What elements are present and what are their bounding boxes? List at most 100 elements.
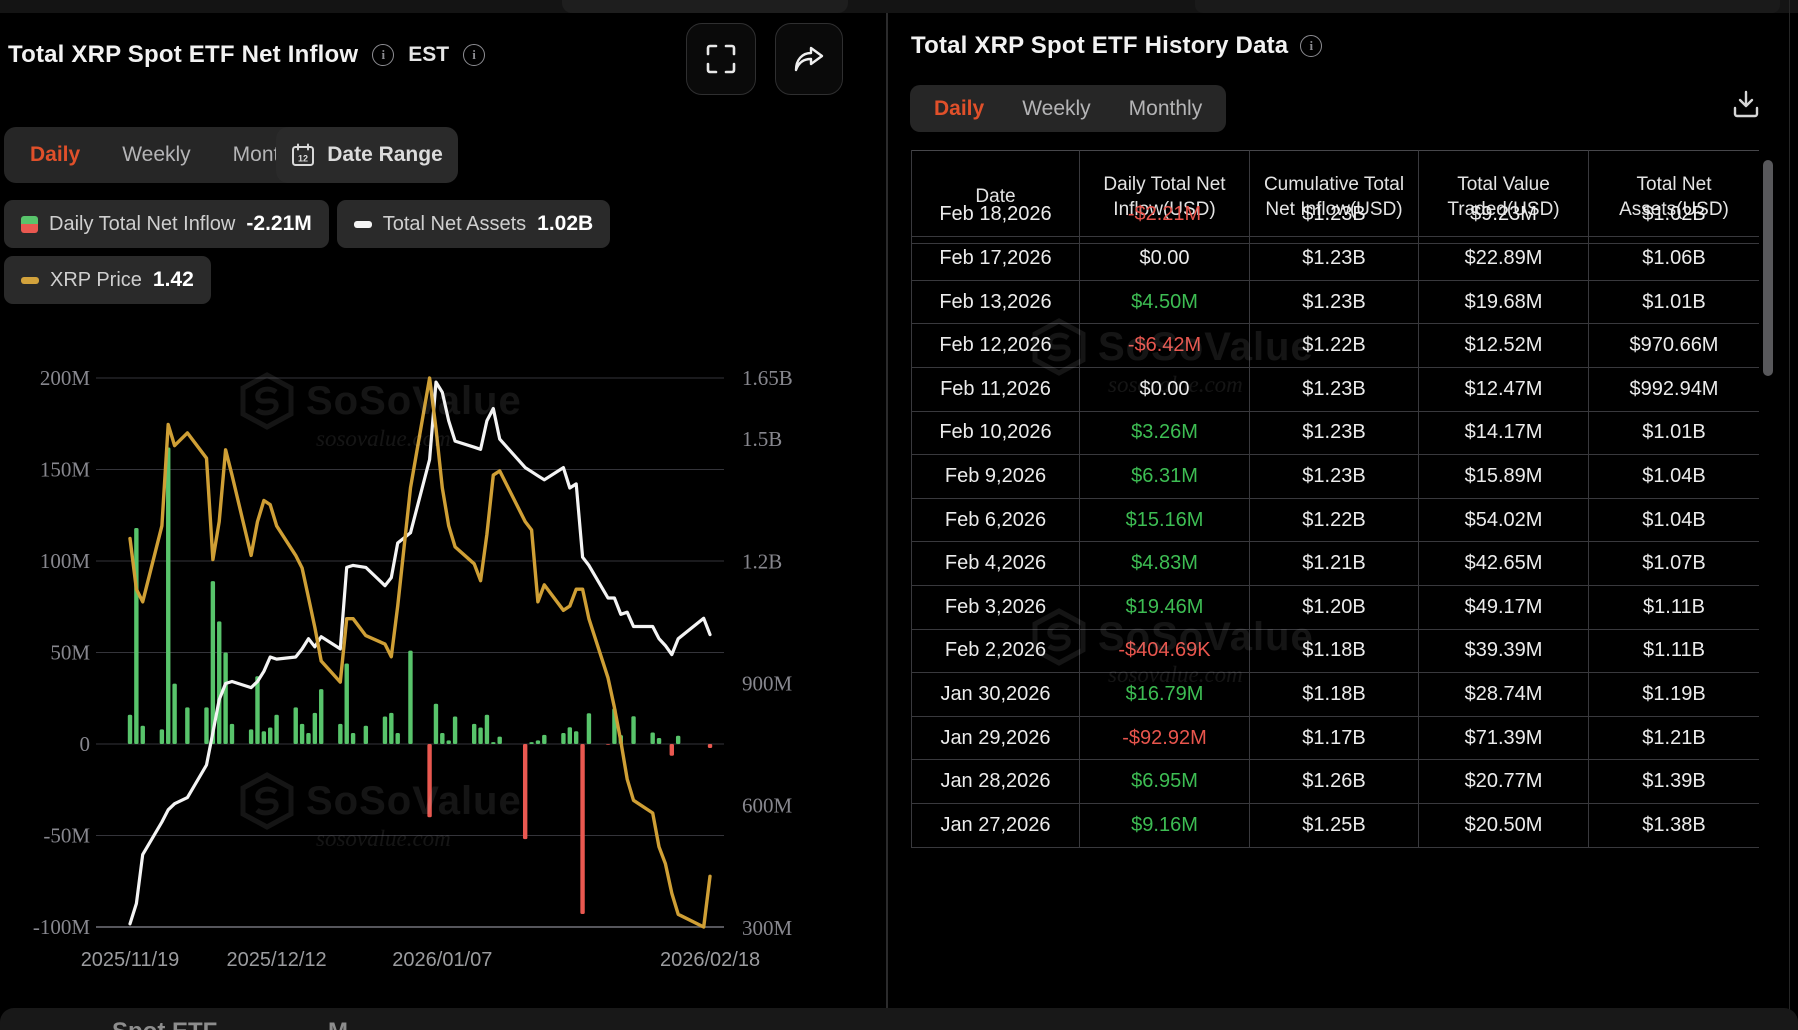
cell-value: $1.19B <box>1589 673 1759 717</box>
cell-value: $14.17M <box>1419 412 1589 456</box>
panel-divider <box>886 13 888 1008</box>
table-tab-monthly[interactable]: Monthly <box>1129 97 1203 121</box>
timezone-label: EST <box>408 43 449 67</box>
svg-text:2026/02/18: 2026/02/18 <box>660 949 760 971</box>
chart-header: Total XRP Spot ETF Net Inflow i EST i <box>8 30 485 80</box>
cell-value: $49.17M <box>1419 586 1589 630</box>
svg-text:50M: 50M <box>50 641 90 665</box>
cell-date: Feb 4,2026 <box>912 542 1080 586</box>
cell-value: $1.17B <box>1250 717 1419 761</box>
cell-value: $1.23B <box>1250 237 1419 281</box>
window-edge <box>1789 0 1790 1030</box>
cell-value: $1.07B <box>1589 542 1759 586</box>
svg-text:200M: 200M <box>40 366 91 390</box>
cell-value: $1.18B <box>1250 630 1419 674</box>
date-range-button[interactable]: 12 Date Range <box>276 127 458 183</box>
svg-text:1.2B: 1.2B <box>742 549 782 573</box>
cell-value: $3.26M <box>1080 412 1250 456</box>
cell-value: $1.21B <box>1589 717 1759 761</box>
svg-text:300M: 300M <box>742 916 793 940</box>
svg-text:600M: 600M <box>742 794 793 818</box>
cell-value: -$6.42M <box>1080 324 1250 368</box>
cell-value: $71.39M <box>1419 717 1589 761</box>
table-tab-weekly[interactable]: Weekly <box>1022 97 1090 121</box>
chart-legend: Daily Total Net Inflow -2.21M Total Net … <box>4 200 610 248</box>
cell-date: Feb 9,2026 <box>912 455 1080 499</box>
cell-date: Jan 27,2026 <box>912 804 1080 848</box>
cell-value: $1.04B <box>1589 499 1759 543</box>
page-title: Total XRP Spot ETF Net Inflow <box>8 41 358 69</box>
cell-value: $1.11B <box>1589 586 1759 630</box>
legend-price[interactable]: XRP Price 1.42 <box>4 256 211 304</box>
cell-value: -$404.69K <box>1080 630 1250 674</box>
table-header-row: Total XRP Spot ETF History Data i <box>911 28 1322 64</box>
cell-value: $16.79M <box>1080 673 1250 717</box>
next-section-text: Spot ETF <box>112 1018 217 1030</box>
cell-value: $1.39B <box>1589 760 1759 804</box>
cell-value: $20.77M <box>1419 760 1589 804</box>
assets-swatch-icon <box>354 221 372 228</box>
date-range-label: Date Range <box>327 143 443 167</box>
cell-value: $42.65M <box>1419 542 1589 586</box>
cell-value: $992.94M <box>1589 368 1759 412</box>
cell-value: $9.16M <box>1080 804 1250 848</box>
top-right-block <box>1195 0 1780 13</box>
history-table: DateDaily Total Net Inflow(USD)Cumulativ… <box>911 150 1759 848</box>
timezone-info-icon[interactable]: i <box>463 44 485 66</box>
assets-value: 1.02B <box>537 212 593 236</box>
cell-value: $28.74M <box>1419 673 1589 717</box>
top-tab-notch <box>562 0 848 13</box>
cell-value: $6.31M <box>1080 455 1250 499</box>
cell-date: Jan 29,2026 <box>912 717 1080 761</box>
net-inflow-chart: 200M 150M 100M 50M 0 -50M -100M 1.65B 1.5B 1.2B 90… <box>0 318 886 1008</box>
cell-value: $20.50M <box>1419 804 1589 848</box>
cell-value: $1.22B <box>1250 499 1419 543</box>
cell-value: $9.23M <box>1419 194 1589 238</box>
cell-value: $6.95M <box>1080 760 1250 804</box>
cell-date: Feb 17,2026 <box>912 237 1080 281</box>
cell-date: Feb 12,2026 <box>912 324 1080 368</box>
next-section-partial: Spot ETF M <box>0 1008 1798 1030</box>
share-button[interactable] <box>775 23 843 95</box>
table-info-icon[interactable]: i <box>1300 35 1322 57</box>
svg-text:1.5B: 1.5B <box>742 427 782 451</box>
table-scrollbar-thumb[interactable] <box>1763 160 1773 376</box>
table-tab-daily[interactable]: Daily <box>934 97 984 121</box>
cell-value: $1.11B <box>1589 630 1759 674</box>
cell-date: Jan 30,2026 <box>912 673 1080 717</box>
price-value: 1.42 <box>153 268 194 292</box>
tab-daily[interactable]: Daily <box>30 143 80 167</box>
download-icon <box>1731 89 1761 119</box>
cell-value: $22.89M <box>1419 237 1589 281</box>
download-button[interactable] <box>1728 86 1764 122</box>
cell-value: $12.47M <box>1419 368 1589 412</box>
cell-value: $4.50M <box>1080 281 1250 325</box>
cell-value: $54.02M <box>1419 499 1589 543</box>
cell-value: $970.66M <box>1589 324 1759 368</box>
fullscreen-button[interactable] <box>686 23 756 95</box>
cell-value: $1.23B <box>1250 194 1419 238</box>
svg-text:-50M: -50M <box>43 824 90 848</box>
cell-date: Jan 28,2026 <box>912 760 1080 804</box>
cell-value: $15.89M <box>1419 455 1589 499</box>
legend-inflow[interactable]: Daily Total Net Inflow -2.21M <box>4 200 329 248</box>
svg-text:900M: 900M <box>742 671 793 695</box>
tab-weekly[interactable]: Weekly <box>122 143 190 167</box>
cell-value: $19.46M <box>1080 586 1250 630</box>
cell-value: $1.25B <box>1250 804 1419 848</box>
svg-text:100M: 100M <box>40 549 91 573</box>
svg-text:12: 12 <box>298 154 308 164</box>
svg-text:-100M: -100M <box>33 915 90 939</box>
svg-text:150M: 150M <box>40 458 91 482</box>
svg-text:1.65B: 1.65B <box>742 366 793 390</box>
svg-text:2025/12/12: 2025/12/12 <box>227 949 327 971</box>
cell-value: $1.18B <box>1250 673 1419 717</box>
info-icon[interactable]: i <box>372 44 394 66</box>
legend-assets[interactable]: Total Net Assets 1.02B <box>337 200 610 248</box>
svg-text:0: 0 <box>80 732 91 756</box>
share-icon <box>794 44 824 74</box>
price-swatch-icon <box>21 277 39 284</box>
table-title: Total XRP Spot ETF History Data <box>911 32 1288 60</box>
cell-value: $12.52M <box>1419 324 1589 368</box>
cell-value: $1.22B <box>1250 324 1419 368</box>
